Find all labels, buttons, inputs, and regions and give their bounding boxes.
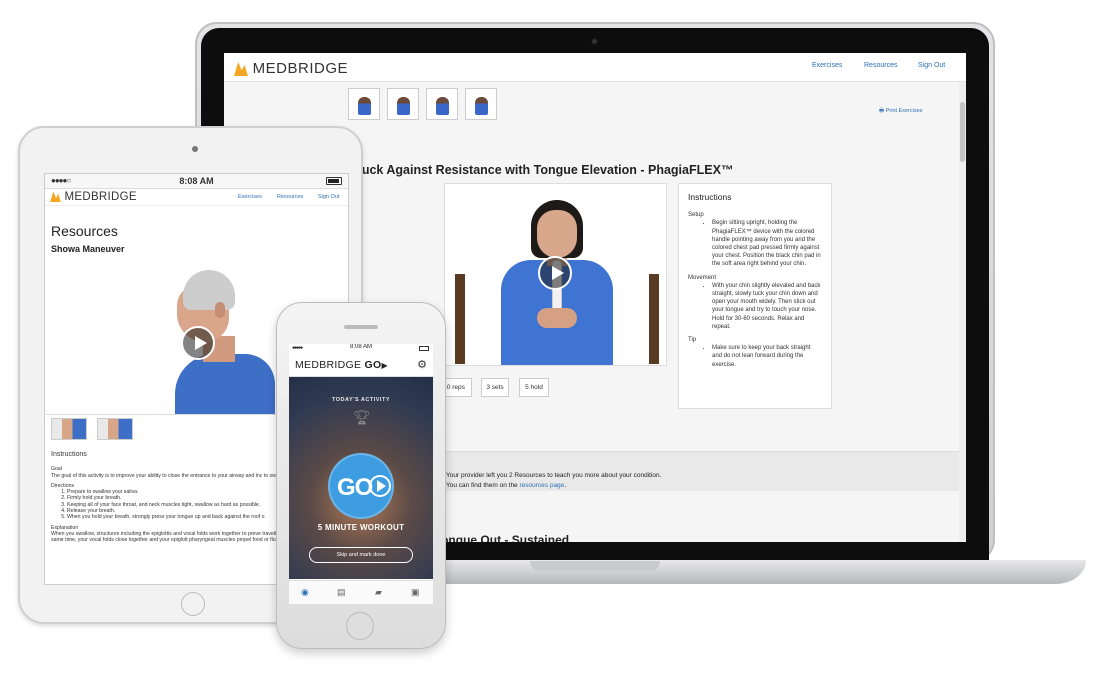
battery-icon — [326, 177, 342, 185]
workout-label: 5 MINUTE WORKOUT — [317, 523, 405, 532]
phone-screen: ●●●●● 8:08 AM MEDBRIDGE GO▶ ⚙ TODAY'S AC… — [289, 344, 433, 604]
exercise-thumbnail[interactable] — [465, 88, 497, 120]
laptop-camera — [590, 37, 599, 46]
nav-resources[interactable]: Resources — [864, 62, 897, 69]
bottom-tab-bar: ◉ ▤ ▰ ▣ — [289, 580, 433, 604]
medbridge-go-logo: MEDBRIDGE GO▶ — [295, 359, 388, 371]
page-title: Resources — [51, 223, 118, 239]
print-exercises-link[interactable]: 🖶 Print Exercises — [879, 107, 922, 116]
go-button[interactable]: GO — [328, 453, 394, 519]
trophy-icon: 🏆︎ — [353, 409, 371, 425]
status-time: 8:08 AM — [349, 344, 372, 350]
status-bar: ●●●●○ 8:08 AM — [45, 174, 348, 189]
exercise-title: n Tuck Against Resistance with Tongue El… — [344, 163, 734, 177]
todays-activity-card: TODAY'S ACTIVITY 🏆︎ GO 5 MINUTE WORKOUT … — [289, 377, 433, 579]
nav-sign-out[interactable]: Sign Out — [318, 194, 339, 200]
resources-message-2: You can find them on the resources page. — [446, 482, 567, 489]
laptop-notch — [530, 561, 660, 571]
hold-badge: 5 hold — [519, 378, 549, 397]
tab-messages-icon[interactable]: ▰ — [375, 587, 382, 598]
skip-button[interactable]: Skip and mark done — [309, 547, 413, 563]
battery-icon — [419, 346, 429, 351]
tip-label: Tip — [688, 337, 697, 344]
medbridge-logo[interactable]: MEDBRIDGE — [234, 60, 348, 77]
movement-label: Movement — [688, 274, 717, 281]
video-thumbnail[interactable] — [97, 418, 133, 440]
laptop-header: MEDBRIDGE Exercises Resources Sign Out — [224, 53, 966, 82]
resources-message: Your provider left you 2 Resources to te… — [446, 472, 662, 479]
setup-text: Begin sitting upright, holding the Phagi… — [712, 219, 822, 268]
play-icon — [369, 475, 391, 497]
nav-resources[interactable]: Resources — [277, 194, 303, 200]
resource-title: Showa Maneuver — [51, 244, 125, 254]
status-time: 8:08 AM — [179, 176, 214, 186]
status-bar: ●●●●● 8:08 AM — [289, 344, 433, 353]
setup-label: Setup — [688, 212, 704, 219]
phone-header: MEDBRIDGE GO▶ ⚙ — [289, 353, 433, 377]
exercise-thumbnail[interactable] — [426, 88, 458, 120]
tab-activity-icon[interactable]: ◉ — [301, 587, 309, 598]
phone-speaker — [344, 325, 378, 329]
tablet-home-button[interactable] — [181, 592, 205, 616]
play-icon[interactable] — [538, 256, 572, 290]
medbridge-logo-icon — [234, 62, 248, 77]
tab-calendar-icon[interactable]: ▣ — [411, 587, 420, 598]
tab-education-icon[interactable]: ▤ — [337, 587, 346, 598]
play-icon[interactable] — [181, 326, 215, 360]
tip-text: Make sure to keep your back straight and… — [712, 344, 822, 369]
scrollbar-thumb[interactable] — [960, 102, 965, 162]
medbridge-logo[interactable]: MEDBRIDGE — [50, 191, 137, 203]
tablet-camera — [192, 146, 198, 152]
nav-exercises[interactable]: Exercises — [238, 194, 262, 200]
movement-text: With your chin slightly elevated and bac… — [712, 282, 822, 331]
instructions-heading: Instructions — [688, 192, 732, 202]
medbridge-logo-icon — [50, 191, 61, 203]
video-thumbnail[interactable] — [51, 418, 87, 440]
signal-icon: ●●●●● — [292, 345, 303, 351]
exercise-video[interactable] — [444, 183, 667, 366]
printer-icon: 🖶 — [879, 108, 885, 114]
sets-badge: 3 sets — [481, 378, 509, 397]
resources-page-link[interactable]: resources page — [519, 482, 564, 489]
phone-home-button[interactable] — [346, 612, 374, 640]
scrollbar[interactable] — [959, 82, 966, 542]
tablet-header: MEDBRIDGE Exercises Resources Sign Out — [45, 189, 348, 206]
exercise-thumbnail[interactable] — [348, 88, 380, 120]
resources-banner: Your provider left you 2 Resources to te… — [424, 451, 964, 491]
exercise-thumbnail[interactable] — [387, 88, 419, 120]
todays-activity-label: TODAY'S ACTIVITY — [331, 397, 390, 403]
nav-exercises[interactable]: Exercises — [812, 62, 842, 69]
instructions-panel: Instructions Setup Begin sitting upright… — [678, 183, 832, 409]
gear-icon[interactable]: ⚙ — [417, 358, 427, 371]
nav-sign-out[interactable]: Sign Out — [918, 62, 945, 69]
